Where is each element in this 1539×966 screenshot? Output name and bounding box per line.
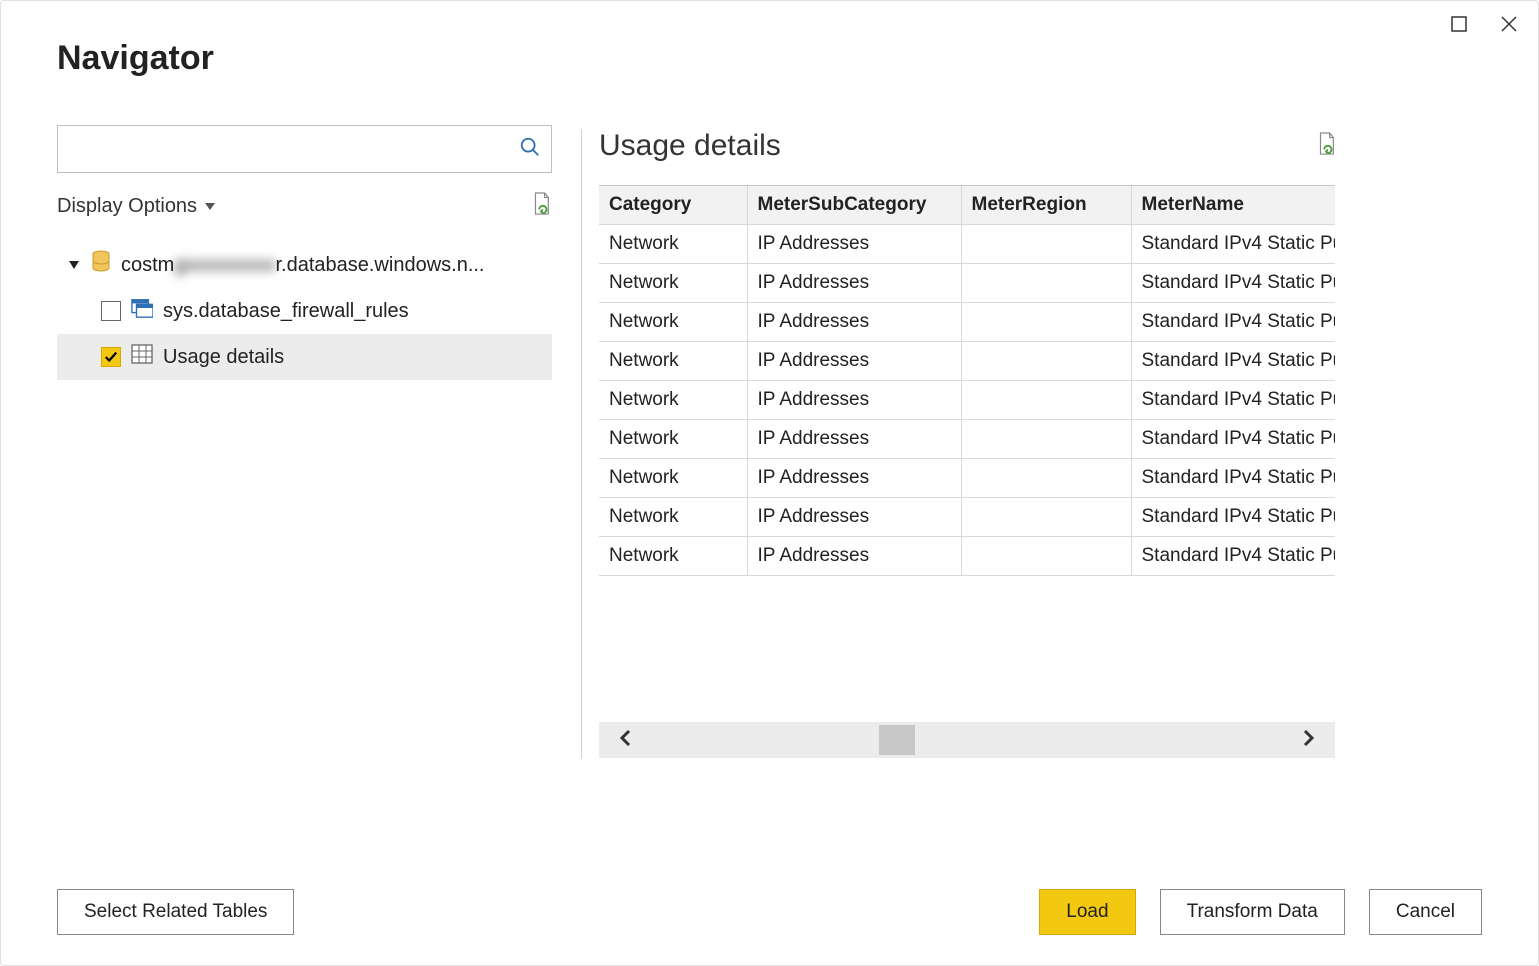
display-options-dropdown[interactable]: Display Options bbox=[57, 195, 215, 218]
table-row[interactable]: NetworkIP Addresses Standard IPv4 Static … bbox=[599, 264, 1335, 303]
table-cell: Network bbox=[599, 498, 747, 537]
table-cell bbox=[961, 498, 1131, 537]
tree-item-firewall-rules[interactable]: sys.database_firewall_rules bbox=[57, 288, 552, 334]
table-cell bbox=[961, 342, 1131, 381]
dialog-footer: Select Related Tables Load Transform Dat… bbox=[57, 889, 1482, 935]
table-cell: IP Addresses bbox=[747, 381, 961, 420]
table-row[interactable]: NetworkIP Addresses Standard IPv4 Static … bbox=[599, 225, 1335, 264]
column-header-metersubcategory[interactable]: MeterSubCategory bbox=[747, 186, 961, 225]
panel-divider[interactable] bbox=[581, 129, 582, 759]
search-icon[interactable] bbox=[519, 136, 541, 163]
scroll-left-icon[interactable] bbox=[617, 729, 635, 752]
tree-root-database[interactable]: costmgxxxxxxxxxr.database.windows.n... bbox=[57, 242, 552, 288]
database-icon bbox=[91, 250, 111, 280]
table-cell: Network bbox=[599, 459, 747, 498]
view-icon bbox=[131, 298, 153, 324]
table-cell bbox=[961, 225, 1131, 264]
table-cell: Standard IPv4 Static Pu bbox=[1131, 225, 1335, 264]
column-header-metername[interactable]: MeterName bbox=[1131, 186, 1335, 225]
table-cell: Network bbox=[599, 303, 747, 342]
cancel-button[interactable]: Cancel bbox=[1369, 889, 1482, 935]
table-header-row: Category MeterSubCategory MeterRegion Me… bbox=[599, 186, 1335, 225]
table-cell bbox=[961, 459, 1131, 498]
tree-root-label: costmgxxxxxxxxxr.database.windows.n... bbox=[121, 254, 484, 277]
tree-item-label: Usage details bbox=[163, 346, 284, 369]
checkbox-firewall-rules[interactable] bbox=[101, 301, 121, 321]
horizontal-scrollbar[interactable] bbox=[599, 722, 1335, 758]
table-cell: Network bbox=[599, 537, 747, 576]
table-row[interactable]: NetworkIP Addresses Standard IPv4 Static … bbox=[599, 459, 1335, 498]
table-cell: Standard IPv4 Static Pu bbox=[1131, 342, 1335, 381]
search-input[interactable] bbox=[66, 126, 519, 172]
table-row[interactable]: NetworkIP Addresses Standard IPv4 Static … bbox=[599, 498, 1335, 537]
table-cell: Standard IPv4 Static Pu bbox=[1131, 459, 1335, 498]
table-cell: IP Addresses bbox=[747, 342, 961, 381]
checkbox-usage-details[interactable] bbox=[101, 347, 121, 367]
scrollbar-thumb[interactable] bbox=[879, 725, 915, 755]
table-row[interactable]: NetworkIP Addresses Standard IPv4 Static … bbox=[599, 342, 1335, 381]
table-cell: IP Addresses bbox=[747, 459, 961, 498]
expand-collapse-icon[interactable] bbox=[69, 261, 79, 269]
navigator-left-panel: Display Options costmgxxxxxxxxxr.databas… bbox=[57, 125, 557, 380]
table-cell bbox=[961, 537, 1131, 576]
table-icon bbox=[131, 344, 153, 370]
table-cell: Standard IPv4 Static Pu bbox=[1131, 264, 1335, 303]
column-header-meterregion[interactable]: MeterRegion bbox=[961, 186, 1131, 225]
maximize-button[interactable] bbox=[1448, 13, 1470, 35]
table-cell: Standard IPv4 Static Pu bbox=[1131, 420, 1335, 459]
close-button[interactable] bbox=[1498, 13, 1520, 35]
load-button[interactable]: Load bbox=[1039, 889, 1135, 935]
table-cell: Standard IPv4 Static Pu bbox=[1131, 303, 1335, 342]
chevron-down-icon bbox=[205, 203, 215, 210]
table-row[interactable]: NetworkIP Addresses Standard IPv4 Static … bbox=[599, 303, 1335, 342]
preview-panel: Usage details Category MeterSubCategory … bbox=[599, 129, 1337, 758]
refresh-tree-button[interactable] bbox=[530, 191, 552, 222]
table-cell: IP Addresses bbox=[747, 498, 961, 537]
table-cell: Standard IPv4 Static Pu bbox=[1131, 381, 1335, 420]
window-controls bbox=[1448, 13, 1520, 35]
table-cell: IP Addresses bbox=[747, 264, 961, 303]
table-cell: IP Addresses bbox=[747, 303, 961, 342]
preview-table: Category MeterSubCategory MeterRegion Me… bbox=[599, 185, 1335, 576]
table-row[interactable]: NetworkIP Addresses Standard IPv4 Static … bbox=[599, 381, 1335, 420]
table-cell: Standard IPv4 Static Pu bbox=[1131, 537, 1335, 576]
transform-data-button[interactable]: Transform Data bbox=[1160, 889, 1345, 935]
table-cell: Network bbox=[599, 381, 747, 420]
table-cell bbox=[961, 264, 1131, 303]
table-cell: IP Addresses bbox=[747, 420, 961, 459]
select-related-tables-button[interactable]: Select Related Tables bbox=[57, 889, 294, 935]
table-cell: Network bbox=[599, 225, 747, 264]
tree-item-usage-details[interactable]: Usage details bbox=[57, 334, 552, 380]
dialog-title: Navigator bbox=[57, 39, 214, 78]
table-cell: Network bbox=[599, 420, 747, 459]
table-cell bbox=[961, 420, 1131, 459]
table-cell: IP Addresses bbox=[747, 225, 961, 264]
tree-item-label: sys.database_firewall_rules bbox=[163, 300, 409, 323]
table-cell: Network bbox=[599, 342, 747, 381]
table-cell: Standard IPv4 Static Pu bbox=[1131, 498, 1335, 537]
navigator-tree: costmgxxxxxxxxxr.database.windows.n... s… bbox=[57, 242, 552, 380]
display-options-label: Display Options bbox=[57, 195, 197, 218]
table-row[interactable]: NetworkIP Addresses Standard IPv4 Static … bbox=[599, 537, 1335, 576]
column-header-category[interactable]: Category bbox=[599, 186, 747, 225]
table-cell bbox=[961, 381, 1131, 420]
preview-title: Usage details bbox=[599, 129, 781, 163]
table-cell bbox=[961, 303, 1131, 342]
table-cell: IP Addresses bbox=[747, 537, 961, 576]
table-row[interactable]: NetworkIP Addresses Standard IPv4 Static … bbox=[599, 420, 1335, 459]
table-cell: Network bbox=[599, 264, 747, 303]
search-box[interactable] bbox=[57, 125, 552, 173]
refresh-preview-button[interactable] bbox=[1315, 131, 1337, 162]
scroll-right-icon[interactable] bbox=[1299, 729, 1317, 752]
